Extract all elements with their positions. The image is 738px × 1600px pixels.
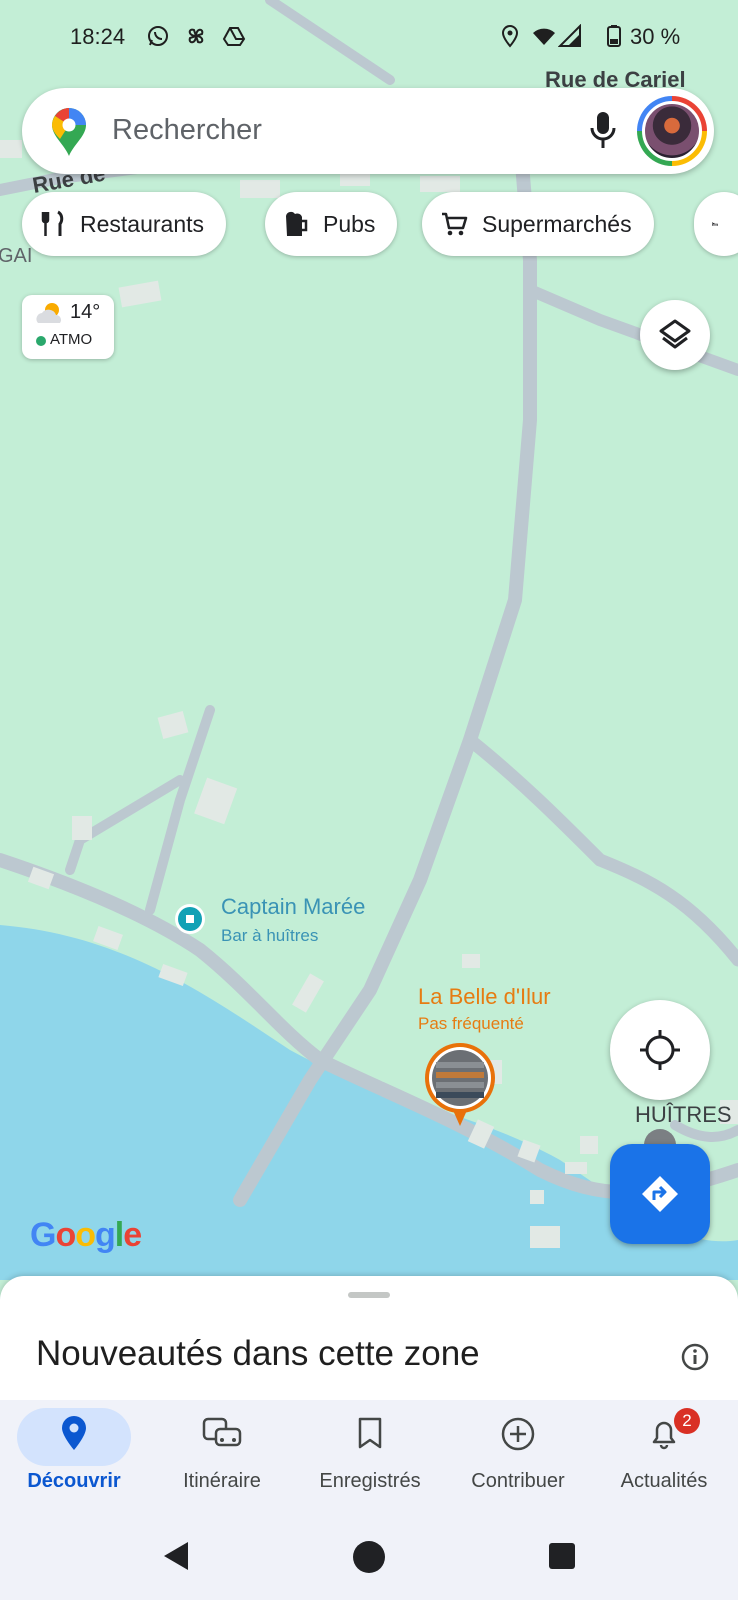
nav-label: Itinéraire (183, 1470, 261, 1492)
commute-icon (202, 1417, 242, 1447)
drive-icon (222, 27, 246, 46)
nav-label: Contribuer (471, 1470, 565, 1492)
poi-name-captain-maree[interactable]: Captain Marée (221, 894, 365, 920)
chip-label: Supermarchés (482, 210, 632, 237)
poi-subtitle-captain-maree: Bar à huîtres (221, 926, 319, 945)
weather-temp: 14° (70, 301, 101, 323)
nav-item-decouvrir[interactable]: Découvrir (0, 1400, 148, 1510)
bed-icon (712, 222, 718, 226)
mic-icon[interactable] (588, 110, 618, 152)
street-label-partial-right: HUÎTRES P (635, 1102, 738, 1127)
bookmark-icon (358, 1417, 382, 1449)
sheet-title: Nouveautés dans cette zone (36, 1334, 480, 1373)
directions-icon (642, 1176, 678, 1212)
photo-pin-shape (425, 1043, 495, 1126)
nav-label: Découvrir (27, 1470, 121, 1492)
system-nav-bar (0, 1510, 738, 1600)
air-quality-label: ATMO (50, 331, 93, 348)
chip-restaurants[interactable]: Restaurants (22, 192, 227, 256)
bar-icon (186, 915, 194, 923)
nav-item-enregistres[interactable]: Enregistrés (296, 1400, 444, 1510)
nav-item-actualites[interactable]: 2 Actualités (590, 1400, 738, 1510)
status-bar: 18:24 30 % (0, 18, 738, 58)
nav-label: Enregistrés (319, 1470, 421, 1492)
partly-cloudy-icon (36, 303, 61, 323)
poi-subtitle-la-belle-dilur: Pas fréquenté (418, 1014, 524, 1033)
chip-pubs[interactable]: Pubs (265, 192, 398, 256)
directions-button[interactable] (610, 1144, 710, 1244)
battery-icon (607, 25, 621, 47)
info-icon[interactable] (680, 1342, 710, 1372)
maps-pin-logo (52, 108, 86, 156)
explore-pin-icon (62, 1416, 86, 1450)
battery-percent: 30 % (630, 24, 681, 49)
whatsapp-icon (148, 26, 168, 46)
air-quality-dot (36, 336, 46, 346)
my-location-button[interactable] (610, 1000, 710, 1100)
chip-label: Restaurants (80, 210, 205, 237)
search-input[interactable]: Rechercher (112, 114, 262, 147)
wifi-icon (533, 28, 555, 45)
signal-icon (558, 24, 581, 47)
bottom-nav: Découvrir Itinéraire Enregistrés Contrib… (0, 1400, 738, 1510)
pinwheel-icon (188, 28, 204, 44)
nav-item-itineraire[interactable]: Itinéraire (148, 1400, 296, 1510)
beer-mug-icon (286, 211, 308, 236)
street-label-partial-left: GAI (0, 245, 32, 267)
layers-icon (659, 319, 691, 349)
location-icon (501, 25, 519, 48)
my-location-icon (640, 1030, 680, 1070)
chip-supermarches[interactable]: Supermarchés (422, 192, 654, 256)
avatar-photo (642, 101, 702, 161)
layers-button[interactable] (640, 300, 710, 370)
weather-widget[interactable]: 14° ATMO (22, 295, 114, 359)
fork-knife-icon (41, 210, 64, 236)
explore-sheet[interactable]: Nouveautés dans cette zone (0, 1276, 738, 1400)
notification-badge: 2 (674, 1408, 700, 1434)
avatar[interactable] (637, 96, 707, 166)
poi-photo-pin-la-belle-dilur[interactable] (424, 1042, 496, 1126)
google-attribution: Google (30, 1216, 142, 1254)
back-icon[interactable] (160, 1540, 192, 1572)
chip-label: Pubs (323, 210, 376, 237)
search-bar[interactable]: Rechercher (22, 88, 714, 174)
nav-label: Actualités (620, 1470, 708, 1492)
nav-item-contribuer[interactable]: Contribuer (444, 1400, 592, 1510)
sheet-drag-handle[interactable] (348, 1292, 390, 1298)
poi-pin-captain-maree[interactable] (175, 904, 205, 934)
home-icon[interactable] (352, 1540, 386, 1574)
add-circle-icon (501, 1417, 535, 1451)
cart-icon (442, 212, 468, 236)
recents-icon[interactable] (548, 1542, 576, 1570)
status-time: 18:24 (70, 24, 126, 49)
poi-name-la-belle-dilur[interactable]: La Belle d'Ilur (418, 984, 551, 1010)
